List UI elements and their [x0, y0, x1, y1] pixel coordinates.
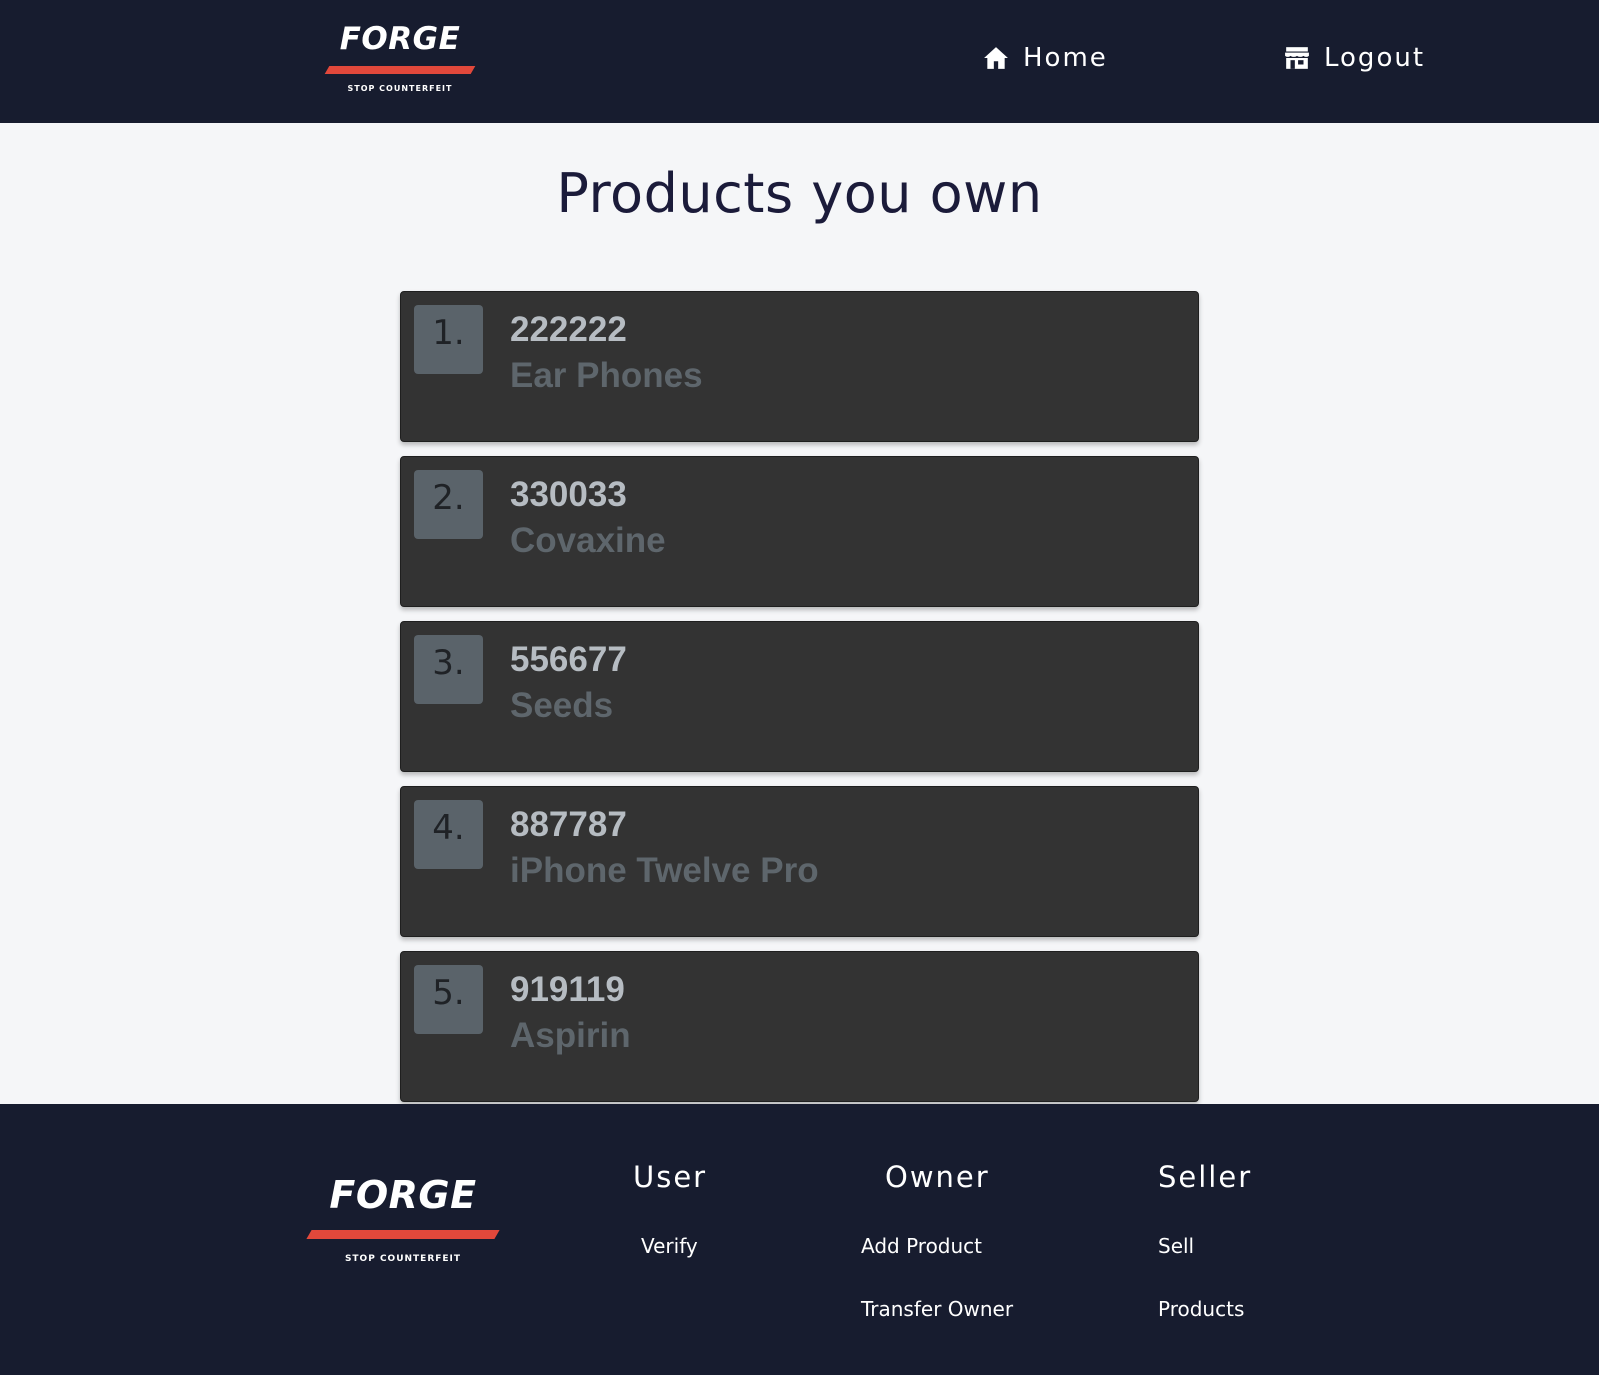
product-name: Ear Phones	[510, 356, 703, 395]
product-list: 1. 222222 Ear Phones 2. 330033 Covaxine …	[400, 291, 1199, 1116]
footer-link-verify[interactable]: Verify	[641, 1234, 698, 1258]
store-icon	[1285, 47, 1309, 69]
product-card[interactable]: 2. 330033 Covaxine	[400, 456, 1199, 607]
product-card[interactable]: 3. 556677 Seeds	[400, 621, 1199, 772]
product-id: 556677	[510, 640, 627, 679]
footer-link-transfer-owner[interactable]: Transfer Owner	[861, 1297, 1013, 1321]
footer-heading-user: User	[633, 1160, 708, 1194]
product-id: 887787	[510, 805, 627, 844]
nav-logout-label: Logout	[1324, 43, 1426, 73]
brand-tagline: STOP COUNTERFEIT	[347, 84, 453, 93]
footer-column-owner: Owner	[885, 1160, 990, 1194]
footer-column-user: User	[633, 1160, 707, 1194]
product-card[interactable]: 4. 887787 iPhone Twelve Pro	[400, 786, 1199, 937]
footer-column-seller: Seller	[1158, 1160, 1252, 1194]
product-index-badge: 5.	[414, 965, 483, 1034]
footer-brand-logo[interactable]: FORGE STOP COUNTERFEIT	[303, 1176, 503, 1264]
product-card[interactable]: 5. 919119 Aspirin	[400, 951, 1199, 1102]
footer-link-products[interactable]: Products	[1158, 1297, 1244, 1321]
product-name: Covaxine	[510, 521, 666, 560]
product-name: Aspirin	[510, 1016, 631, 1055]
footer-heading-owner: Owner	[885, 1160, 990, 1194]
brand-underline	[324, 66, 476, 74]
footer-brand-underline	[306, 1230, 500, 1239]
product-index-badge: 4.	[414, 800, 483, 869]
product-card[interactable]: 1. 222222 Ear Phones	[400, 291, 1199, 442]
home-icon	[984, 47, 1008, 69]
footer-heading-seller: Seller	[1158, 1160, 1253, 1194]
product-index-badge: 3.	[414, 635, 483, 704]
product-name: Seeds	[510, 686, 614, 725]
product-id: 222222	[510, 310, 627, 349]
product-id: 330033	[510, 475, 627, 514]
footer-brand-name: FORGE	[329, 1173, 477, 1217]
nav-home-label: Home	[1023, 43, 1108, 73]
nav-home-link[interactable]: Home	[983, 38, 1108, 78]
footer-brand-tagline: STOP COUNTERFEIT	[344, 1254, 462, 1264]
top-navbar: FORGE STOP COUNTERFEIT Home Logout	[0, 0, 1599, 123]
product-name: iPhone Twelve Pro	[510, 851, 819, 890]
page-title: Products you own	[556, 162, 1043, 225]
brand-logo[interactable]: FORGE STOP COUNTERFEIT	[320, 24, 480, 93]
brand-name: FORGE	[339, 21, 461, 57]
footer-link-sell[interactable]: Sell	[1158, 1234, 1194, 1258]
product-index-badge: 2.	[414, 470, 483, 539]
footer: FORGE STOP COUNTERFEIT User Verify Owner…	[0, 1104, 1599, 1375]
product-id: 919119	[510, 970, 625, 1009]
footer-link-add-product[interactable]: Add Product	[861, 1234, 982, 1258]
nav-logout-link[interactable]: Logout	[1284, 38, 1425, 78]
product-index-badge: 1.	[414, 305, 483, 374]
